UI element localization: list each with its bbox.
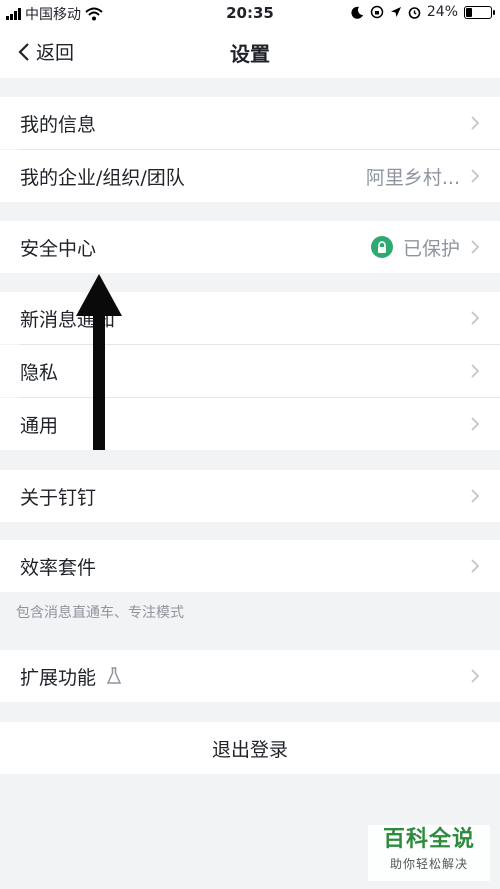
alarm-icon [408,6,421,19]
annotation-arrow-icon [76,274,122,450]
chevron-right-icon [471,364,480,378]
lock-icon [370,236,393,258]
chevron-right-icon [471,169,480,183]
status-right: 24% [351,4,495,20]
page-title: 设置 [230,42,270,66]
chevron-right-icon [471,311,480,325]
watermark-subtitle: 助你轻松解决 [389,857,468,871]
chevron-right-icon [471,669,480,683]
settings-item-label: 我的企业/组织/团队 [20,166,185,189]
settings-item-label: 安全中心 [20,237,97,260]
settings-item-label: 效率套件 [20,556,97,579]
settings-item-label: 通用 [20,414,59,437]
settings-item-security[interactable]: 安全中心 已保护 [0,221,500,273]
watermark: 百科全说 助你轻松解决 [368,825,490,881]
chevron-right-icon [471,116,480,130]
settings-item-label: 我的信息 [20,113,97,136]
security-status: 已保护 [402,237,460,260]
settings-item-efficiency[interactable]: 效率套件 [0,540,500,592]
status-bar: 中国移动 20:35 24% [0,0,500,26]
settings-item-my-org[interactable]: 我的企业/组织/团队 阿里乡村... [0,150,500,202]
location-icon [390,7,401,17]
settings-item-label: 关于钉钉 [20,486,97,509]
settings-item-about[interactable]: 关于钉钉 [0,470,500,522]
nav-bar: 返回 设置 [0,26,500,78]
settings-item-my-info[interactable]: 我的信息 [0,97,500,149]
chevron-right-icon [471,489,480,503]
logout-label: 退出登录 [211,738,288,761]
chevron-right-icon [471,240,480,254]
chevron-right-icon [471,417,480,431]
flask-icon [106,667,122,684]
settings-item-label: 隐私 [20,361,59,384]
battery-icon [464,5,495,19]
settings-item-extensions[interactable]: 扩展功能 [0,650,500,702]
chevron-right-icon [471,559,480,573]
watermark-title: 百科全说 [382,827,475,852]
orientation-lock-icon [370,5,384,19]
settings-item-value: 阿里乡村... [365,166,460,189]
settings-item-label: 扩展功能 [20,666,97,689]
battery-percent: 24% [426,4,458,20]
logout-button[interactable]: 退出登录 [0,722,500,774]
efficiency-hint: 包含消息直通车、专注模式 [16,605,184,621]
moon-icon [351,6,363,19]
